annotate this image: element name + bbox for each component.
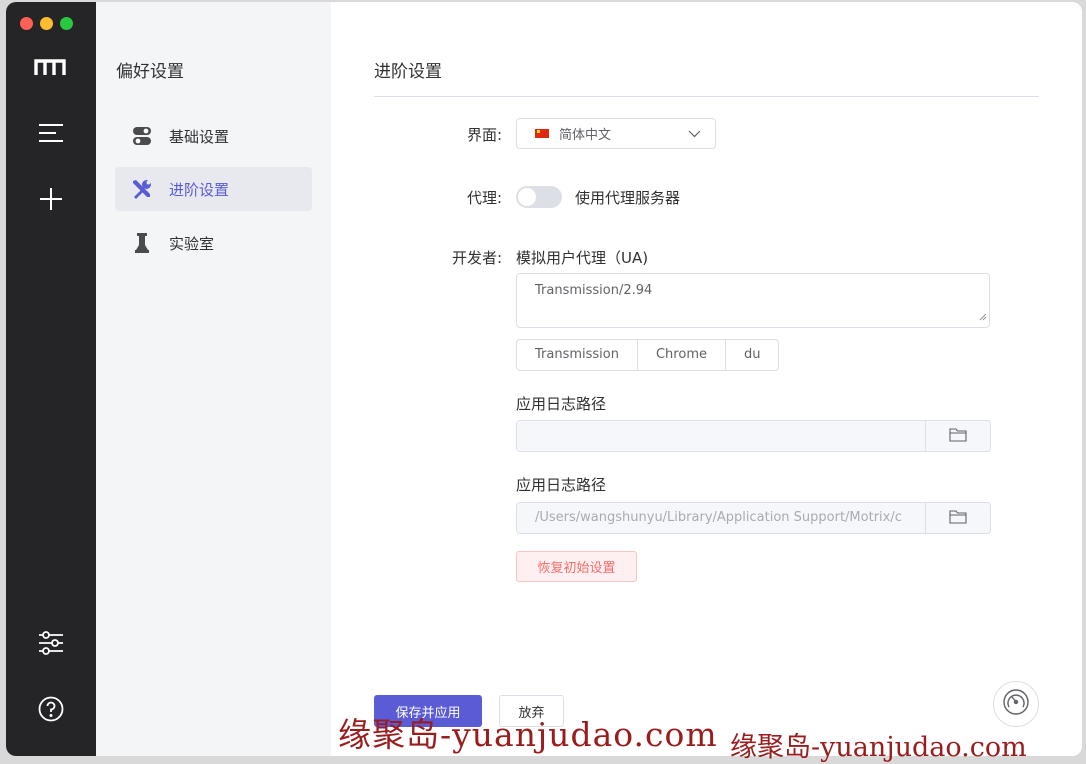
- language-value: 简体中文: [559, 128, 612, 143]
- tools-icon: [115, 178, 169, 200]
- main-sidebar: [6, 2, 96, 756]
- nav-item-lab[interactable]: 实验室: [115, 221, 312, 265]
- log-path-label-1: 应用日志路径: [516, 395, 607, 413]
- log-path-input-1[interactable]: [517, 421, 925, 451]
- china-flag-icon: [535, 129, 549, 138]
- nav-title: 偏好设置: [116, 62, 184, 82]
- app-window: 偏好设置 基础设置 进阶设置 实验室 进阶设置 界面: 简体中文 代理: 使用代…: [6, 2, 1082, 756]
- proxy-switch[interactable]: [516, 186, 562, 208]
- nav-item-basic[interactable]: 基础设置: [115, 114, 312, 158]
- watermark-text-secondary: 缘聚岛-yuanjudao.com: [730, 732, 1027, 763]
- ua-value: Transmission/2.94: [535, 283, 653, 298]
- developer-label: 开发者:: [451, 249, 502, 267]
- ua-textarea[interactable]: Transmission/2.94: [516, 273, 990, 328]
- nav-item-advanced[interactable]: 进阶设置: [115, 167, 312, 211]
- page-title: 进阶设置: [374, 62, 442, 82]
- toggle-icon: [115, 126, 169, 146]
- ua-preset-transmission-button[interactable]: Transmission: [517, 340, 638, 370]
- lab-icon: [115, 233, 169, 253]
- preferences-nav: 偏好设置 基础设置 进阶设置 实验室: [96, 2, 331, 756]
- speedometer-icon: [1002, 688, 1030, 720]
- logo-icon: [31, 47, 71, 87]
- resize-handle-icon[interactable]: [979, 310, 987, 325]
- title-divider: [374, 96, 1039, 97]
- log-path-label-2: 应用日志路径: [516, 476, 607, 494]
- watermark-text: 缘聚岛-yuanjudao.com: [338, 715, 718, 754]
- folder-icon: [949, 509, 967, 528]
- proxy-label: 代理:: [466, 189, 502, 207]
- menu-icon[interactable]: [31, 113, 71, 153]
- log-path-input-group-2: /Users/wangshunyu/Library/Application Su…: [516, 502, 991, 534]
- speedometer-button[interactable]: [993, 681, 1039, 727]
- ua-preset-chrome-button[interactable]: Chrome: [638, 340, 726, 370]
- proxy-switch-label: 使用代理服务器: [575, 189, 681, 207]
- plus-icon[interactable]: [31, 179, 71, 219]
- nav-item-label: 实验室: [169, 234, 215, 253]
- reset-defaults-button[interactable]: 恢复初始设置: [516, 551, 637, 582]
- chevron-down-icon: [688, 127, 701, 144]
- preferences-icon[interactable]: [31, 623, 71, 663]
- zoom-window-button[interactable]: [60, 17, 73, 30]
- folder-button-2[interactable]: [925, 503, 990, 533]
- log-path-input-2[interactable]: /Users/wangshunyu/Library/Application Su…: [517, 503, 925, 533]
- close-window-button[interactable]: [20, 17, 33, 30]
- minimize-window-button[interactable]: [40, 17, 53, 30]
- nav-item-label: 进阶设置: [169, 180, 230, 199]
- log-path-input-group-1: [516, 420, 991, 452]
- folder-button-1[interactable]: [925, 421, 990, 451]
- ua-preset-du-button[interactable]: du: [726, 340, 778, 370]
- nav-item-label: 基础设置: [169, 127, 230, 146]
- advanced-settings-panel: 进阶设置 界面: 简体中文 代理: 使用代理服务器 开发者: 模拟用户代理（UA…: [331, 2, 1082, 756]
- folder-icon: [949, 427, 967, 446]
- language-label: 界面:: [466, 126, 502, 144]
- ua-label: 模拟用户代理（UA): [516, 249, 649, 267]
- help-icon[interactable]: [31, 689, 71, 729]
- language-select[interactable]: 简体中文: [516, 118, 716, 149]
- ua-preset-group: Transmission Chrome du: [516, 339, 780, 371]
- switch-knob: [518, 188, 536, 206]
